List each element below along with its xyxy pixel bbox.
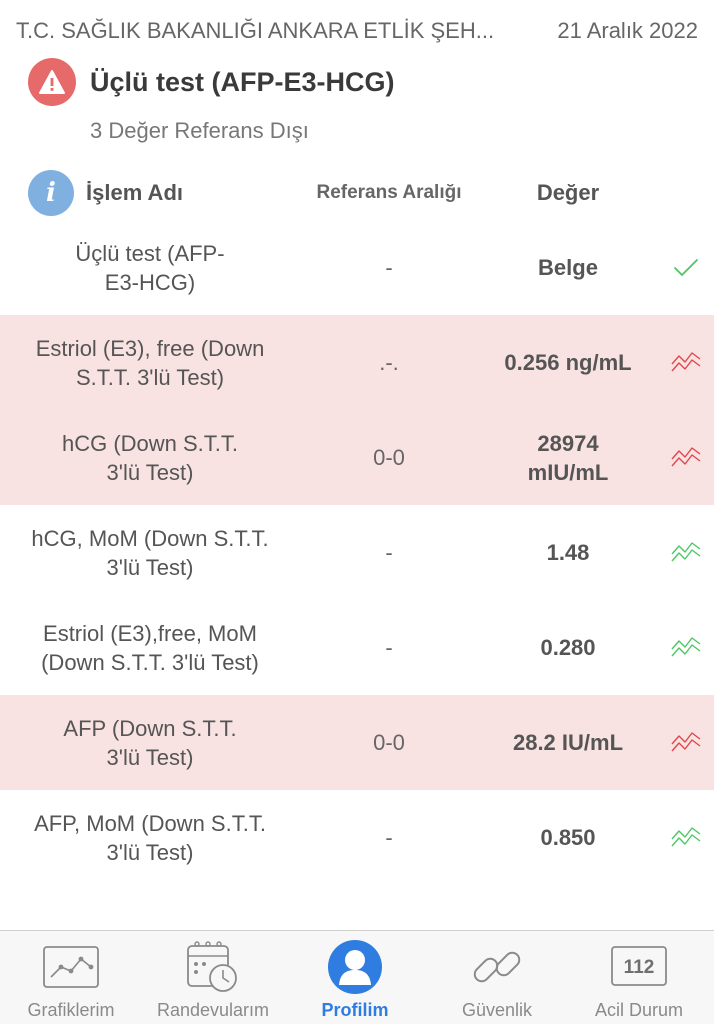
result-row[interactable]: Üçlü test (AFP- E3-HCG) - Belge (0, 220, 714, 315)
result-name-line-2: 3'lü Test) (106, 744, 194, 770)
result-value-line-1: 28974 (537, 430, 599, 456)
result-name: Estriol (E3),free, MoM (Down S.T.T. 3'lü … (10, 600, 290, 695)
result-name-line-2: (Down S.T.T. 3'lü Test) (41, 649, 259, 675)
result-name: hCG, MoM (Down S.T.T. 3'lü Test) (10, 505, 290, 600)
test-title: Üçlü test (AFP-E3-HCG) (90, 66, 395, 97)
result-reference: - (385, 539, 393, 565)
tab-label: Acil Durum (594, 1000, 683, 1020)
result-name-line-2: 3'lü Test) (106, 839, 194, 865)
result-reference: - (385, 254, 393, 280)
institution-name: T.C. SAĞLIK BAKANLIĞI ANKARA ETLİK ŞEH..… (16, 18, 495, 43)
result-name-line-1: hCG (Down S.T.T. (61, 430, 239, 456)
link-icon (469, 939, 525, 995)
info-glyph: i (46, 178, 56, 208)
bottom-tab-bar: Grafiklerim Randevularım Profilim Güvenl… (0, 930, 714, 1024)
test-title-row: Üçlü test (AFP-E3-HCG) (28, 58, 395, 106)
result-value-line-2: mIU/mL (527, 459, 609, 485)
trend-chart-icon[interactable] (664, 600, 708, 695)
result-value: Belge (478, 220, 658, 315)
result-value-line-1: 0.256 ng/mL (504, 350, 632, 375)
tab-profilim[interactable]: Profilim (284, 931, 426, 1024)
result-value-line-1: 0.280 (540, 635, 596, 660)
calendar-clock-icon (185, 939, 241, 995)
tab-label: Grafiklerim (27, 1000, 115, 1020)
results-column-header: i İşlem Adı Referans Aralığı Değer (0, 168, 714, 216)
profile-icon (327, 939, 383, 995)
tab-acil-durum[interactable]: 112 Acil Durum (568, 931, 710, 1024)
tab-label: Profilim (321, 1000, 389, 1020)
result-row[interactable]: Estriol (E3),free, MoM (Down S.T.T. 3'lü … (0, 600, 714, 695)
tab-label: Randevularım (156, 1000, 270, 1020)
result-name: AFP (Down S.T.T. 3'lü Test) (10, 695, 290, 790)
result-name-line-1: Estriol (E3),free, MoM (43, 620, 257, 646)
line-chart-icon (43, 939, 99, 995)
result-value: 0.850 (478, 790, 658, 885)
result-name-line-2: 3'lü Test) (106, 459, 194, 485)
tab-guvenlik[interactable]: Güvenlik (426, 931, 568, 1024)
result-value: 0.256 ng/mL (478, 315, 658, 410)
result-name-line-1: AFP, MoM (Down S.T.T. (34, 810, 266, 836)
result-name-line-2: 3'lü Test) (106, 554, 194, 580)
result-reference: 0-0 (373, 444, 405, 470)
lab-result-screen: T.C. SAĞLIK BAKANLIĞI ANKARA ETLİK ŞEH..… (0, 0, 714, 1024)
result-value: 1.48 (478, 505, 658, 600)
tab-grafiklerim[interactable]: Grafiklerim (0, 931, 142, 1024)
result-reference: .-. (379, 349, 399, 375)
result-name-line-2: S.T.T. 3'lü Test) (75, 364, 225, 390)
result-value-line-1: Belge (538, 255, 598, 280)
emergency-icon-text: 112 (624, 957, 655, 978)
result-reference: 0-0 (373, 729, 405, 755)
result-value-line-1: 28.2 IU/mL (512, 730, 624, 755)
report-date: 21 Aralık 2022 (557, 18, 698, 43)
result-name: Üçlü test (AFP- E3-HCG) (10, 220, 290, 315)
results-list: Üçlü test (AFP- E3-HCG) - Belge Estriol (… (0, 220, 714, 885)
result-name-line-1: Üçlü test (AFP- (75, 240, 225, 266)
result-value: 28.2 IU/mL (478, 695, 658, 790)
trend-chart-icon[interactable] (664, 790, 708, 885)
warning-icon (28, 58, 76, 106)
result-name: Estriol (E3), free (Down S.T.T. 3'lü Test… (10, 315, 290, 410)
result-name-line-1: hCG, MoM (Down S.T.T. (31, 525, 269, 551)
result-value-line-1: 0.850 (540, 825, 596, 850)
trend-chart-icon[interactable] (664, 505, 708, 600)
result-value-line-1: 1.48 (546, 540, 590, 565)
result-name: hCG (Down S.T.T. 3'lü Test) (10, 410, 290, 505)
tab-randevularim[interactable]: Randevularım (142, 931, 284, 1024)
emergency-112-icon: 112 (611, 939, 667, 995)
column-header-value: Değer (536, 180, 600, 205)
result-reference: - (385, 634, 393, 660)
checkmark-icon (664, 220, 708, 315)
result-row[interactable]: Estriol (E3), free (Down S.T.T. 3'lü Test… (0, 315, 714, 410)
result-value: 28974 mIU/mL (478, 410, 658, 505)
result-name-line-1: Estriol (E3), free (Down (35, 335, 265, 361)
trend-chart-icon[interactable] (664, 410, 708, 505)
result-row[interactable]: AFP, MoM (Down S.T.T. 3'lü Test) - 0.850 (0, 790, 714, 885)
result-name: AFP, MoM (Down S.T.T. 3'lü Test) (10, 790, 290, 885)
result-reference: - (385, 824, 393, 850)
column-header-reference: Referans Aralığı (316, 182, 462, 203)
info-icon[interactable]: i (28, 170, 74, 216)
result-row[interactable]: hCG (Down S.T.T. 3'lü Test) 0-0 28974 mIU/… (0, 410, 714, 505)
column-header-name: İşlem Adı (86, 180, 183, 205)
result-name-line-2: E3-HCG) (104, 269, 196, 295)
result-value: 0.280 (478, 600, 658, 695)
result-row[interactable]: hCG, MoM (Down S.T.T. 3'lü Test) - 1.48 (0, 505, 714, 600)
out-of-range-summary: 3 Değer Referans Dışı (90, 118, 309, 143)
tab-label: Güvenlik (461, 1000, 533, 1020)
trend-chart-icon[interactable] (664, 695, 708, 790)
result-name-line-1: AFP (Down S.T.T. (63, 715, 237, 741)
report-header: T.C. SAĞLIK BAKANLIĞI ANKARA ETLİK ŞEH..… (16, 18, 698, 48)
trend-chart-icon[interactable] (664, 315, 708, 410)
result-row[interactable]: AFP (Down S.T.T. 3'lü Test) 0-0 28.2 IU/m… (0, 695, 714, 790)
